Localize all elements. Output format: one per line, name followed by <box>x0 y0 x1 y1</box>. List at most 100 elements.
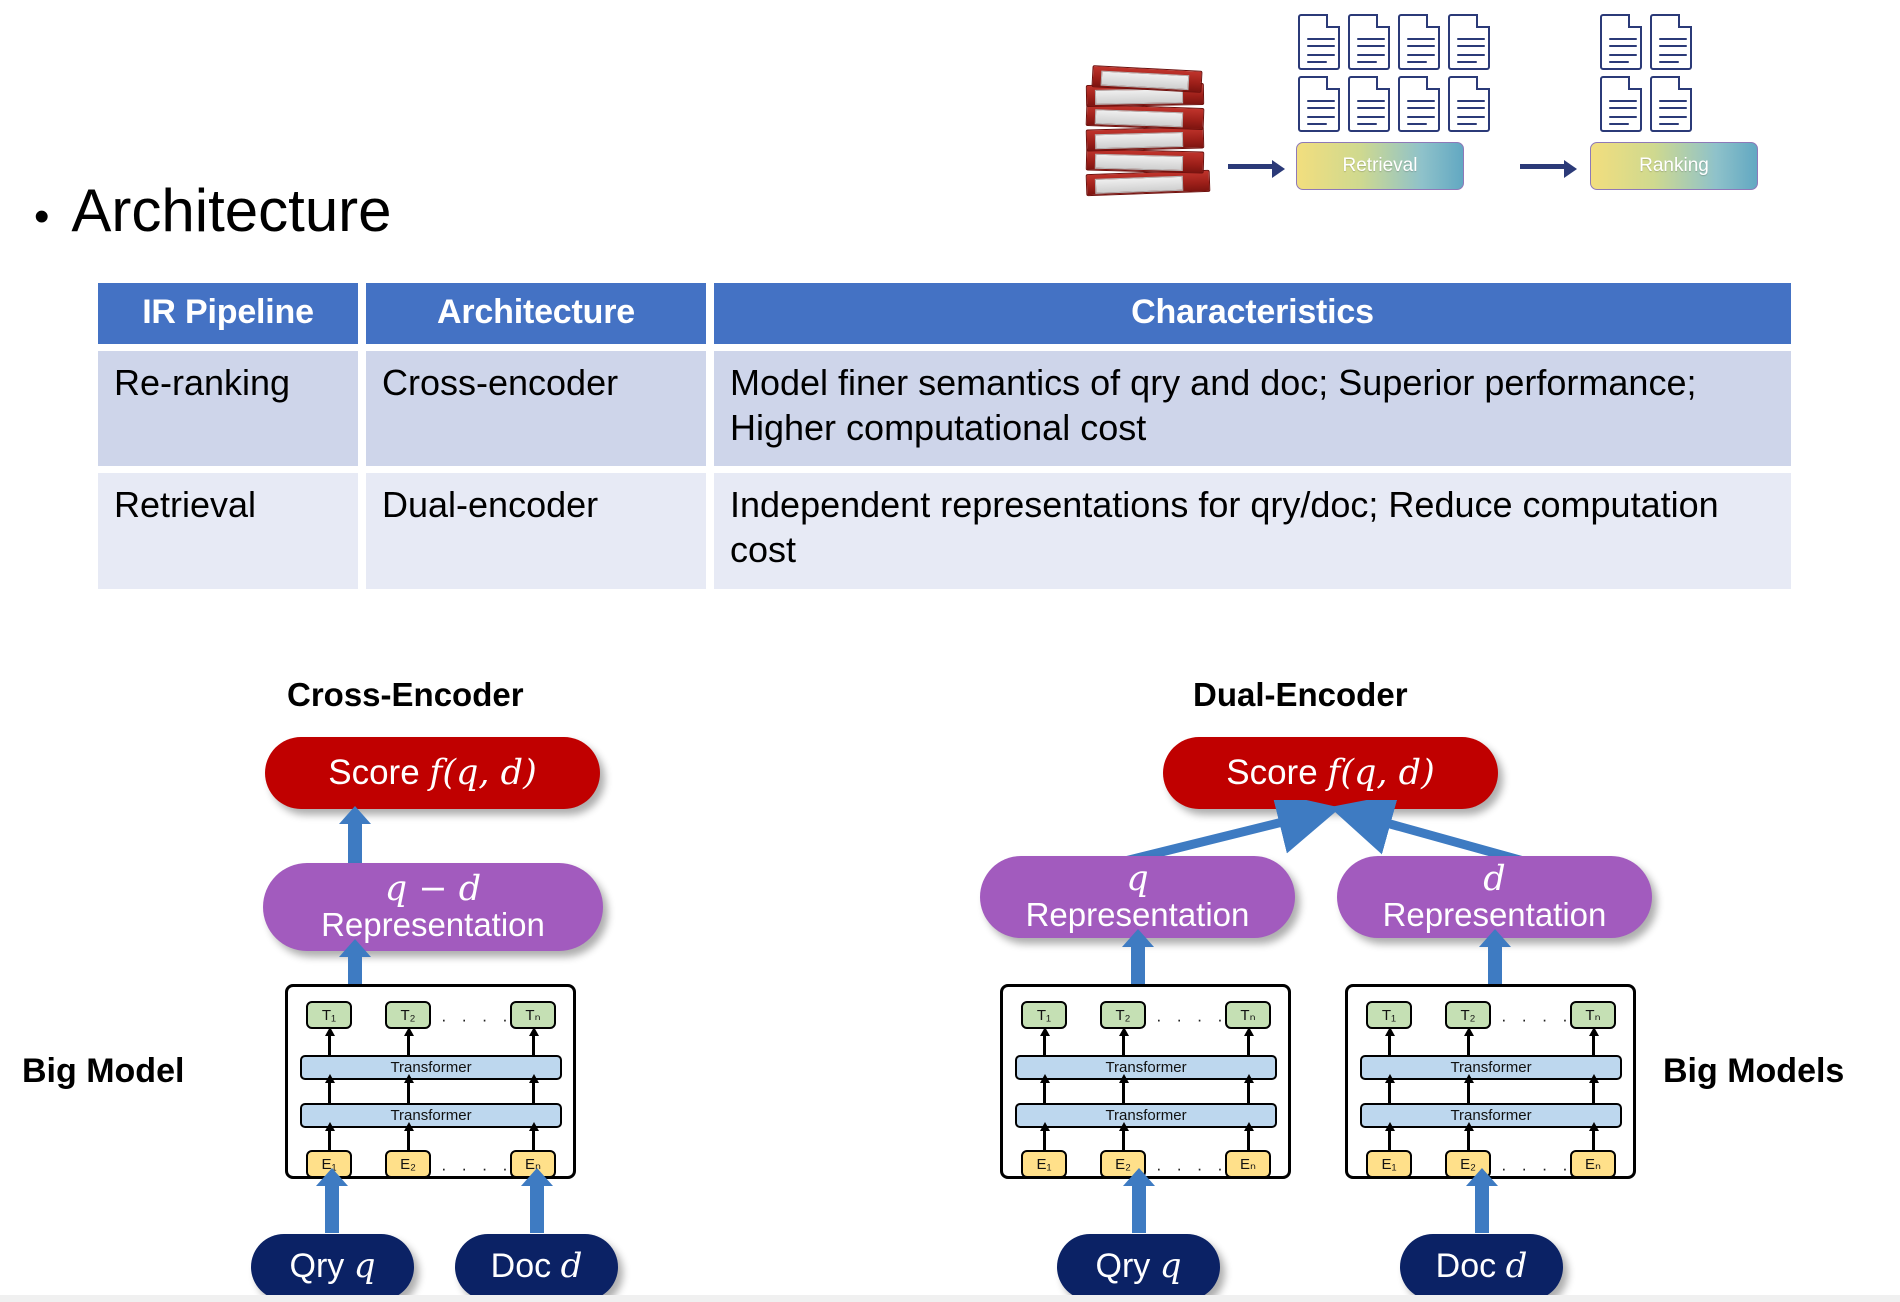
dual-encoder-doc-representation-node: d Representation <box>1337 856 1652 938</box>
token-input-1: E₁ <box>1366 1150 1412 1178</box>
arrow-up <box>1463 1122 1474 1150</box>
cross-encoder-query-input: Qry q <box>251 1234 414 1300</box>
cross-encoder-score-node: Score f(q, d) <box>265 737 600 809</box>
ellipsis-bottom: · · · · <box>441 1159 513 1178</box>
ellipsis-bottom: · · · · <box>1156 1159 1228 1178</box>
ellipsis-bottom: · · · · <box>1501 1159 1573 1178</box>
document-icon <box>1650 76 1692 132</box>
token-output-1: T₁ <box>1366 1001 1412 1029</box>
cell-characteristics: Independent representations for qry/doc;… <box>714 473 1791 589</box>
table-header-characteristics: Characteristics <box>714 283 1791 344</box>
doc-math: d <box>1505 1246 1528 1287</box>
bullet-title-text: Architecture <box>71 177 392 244</box>
bullet-marker-icon: • <box>34 192 50 241</box>
arrow-up <box>1588 1122 1599 1150</box>
document-icon <box>1448 76 1490 132</box>
document-icon <box>1348 14 1390 70</box>
representation-label: Representation <box>1025 896 1250 934</box>
cell-architecture: Cross-encoder <box>366 351 706 467</box>
query-label: Qry <box>1095 1247 1151 1286</box>
table-header-gap <box>706 283 714 344</box>
arrow-up <box>1039 1027 1050 1055</box>
token-output-n: Tₙ <box>1570 1001 1616 1029</box>
arrow-up <box>1243 1027 1254 1055</box>
document-icon <box>1448 14 1490 70</box>
binder-stack-icon <box>1085 65 1212 197</box>
document-icon <box>1398 14 1440 70</box>
ellipsis-top: · · · · <box>1156 1010 1228 1029</box>
arrow-up <box>324 1027 335 1055</box>
transformer-layer-1: Transformer <box>1360 1103 1622 1128</box>
arrow-up <box>1039 1122 1050 1150</box>
token-output-1: T₁ <box>306 1001 352 1029</box>
arrow-up <box>1588 1027 1599 1055</box>
architecture-table: IR Pipeline Architecture Characteristics… <box>98 283 1791 589</box>
table-header-gap <box>358 283 366 344</box>
cell-gap <box>706 351 714 467</box>
arrow-up <box>528 1027 539 1055</box>
document-icon <box>1298 76 1340 132</box>
retrieved-documents-group <box>1298 14 1490 132</box>
document-icon <box>1650 14 1692 70</box>
arrow-up <box>403 1027 414 1055</box>
pipeline-stage-ranking: Ranking <box>1590 142 1758 190</box>
dual-encoder-query-representation-node: q Representation <box>980 856 1295 938</box>
representation-math: q <box>1126 859 1149 900</box>
arrow-up <box>1384 1027 1395 1055</box>
arrow-up <box>528 1122 539 1150</box>
arrow-rep-to-score <box>339 806 371 863</box>
arrow-up <box>1588 1074 1599 1103</box>
arrow-up <box>528 1074 539 1103</box>
document-icon <box>1298 14 1340 70</box>
token-input-1: E₁ <box>1021 1150 1067 1178</box>
token-output-2: T₂ <box>1445 1001 1491 1029</box>
arrow-up <box>1463 1027 1474 1055</box>
arrow-up <box>403 1074 414 1103</box>
dual-encoder-doc-input: Doc d <box>1400 1234 1563 1300</box>
table-row-spacer <box>98 466 1791 474</box>
score-math: f(q, d) <box>429 752 537 793</box>
cell-gap <box>358 351 366 467</box>
token-output-2: T₂ <box>385 1001 431 1029</box>
token-output-2: T₂ <box>1100 1001 1146 1029</box>
arrow-up <box>1118 1074 1129 1103</box>
table-row: Retrieval Dual-encoder Independent repre… <box>98 473 1791 589</box>
transformer-layer-2: Transformer <box>300 1055 562 1080</box>
arrow-up <box>324 1122 335 1150</box>
ranked-documents-group <box>1600 14 1692 132</box>
arrow-up <box>324 1074 335 1103</box>
representation-label: Representation <box>321 906 545 944</box>
arrow-qry-to-encoder <box>316 1168 348 1233</box>
cell-architecture: Dual-encoder <box>366 473 706 589</box>
cross-encoder-representation-node: q − d Representation <box>263 863 603 951</box>
arrow-qry-to-query-encoder <box>1123 1168 1155 1233</box>
dual-encoder-title: Dual-Encoder <box>1193 676 1408 713</box>
arrow-up <box>1039 1074 1050 1103</box>
transformer-layer-1: Transformer <box>300 1103 562 1128</box>
document-icon <box>1398 76 1440 132</box>
table-header-architecture: Architecture <box>366 283 706 344</box>
slide-canvas: • Architecture Retrieval Ranking IR Pipe… <box>0 0 1900 1302</box>
document-icon <box>1348 76 1390 132</box>
dual-encoder-score-node: Score f(q, d) <box>1163 737 1498 809</box>
bottom-divider <box>0 1295 1900 1302</box>
transformer-layer-2: Transformer <box>1015 1055 1277 1080</box>
document-icon <box>1600 76 1642 132</box>
pipeline-stage-retrieval: Retrieval <box>1296 142 1464 190</box>
ellipsis-top: · · · · <box>1501 1010 1573 1029</box>
cell-pipeline: Re-ranking <box>98 351 358 467</box>
token-input-2: E₂ <box>385 1150 431 1178</box>
arrow-up <box>1384 1074 1395 1103</box>
annotation-big-model: Big Model <box>22 1052 185 1090</box>
arrow-up <box>403 1122 414 1150</box>
score-math: f(q, d) <box>1327 752 1435 793</box>
arrow-up <box>1463 1074 1474 1103</box>
arrow-up <box>1118 1122 1129 1150</box>
cell-gap <box>358 473 366 589</box>
annotation-big-models: Big Models <box>1663 1052 1845 1090</box>
query-label: Qry <box>289 1247 345 1286</box>
representation-math: q − d <box>384 869 482 910</box>
doc-math: d <box>560 1246 583 1287</box>
arrow-up <box>1243 1122 1254 1150</box>
arrow-up <box>1384 1122 1395 1150</box>
